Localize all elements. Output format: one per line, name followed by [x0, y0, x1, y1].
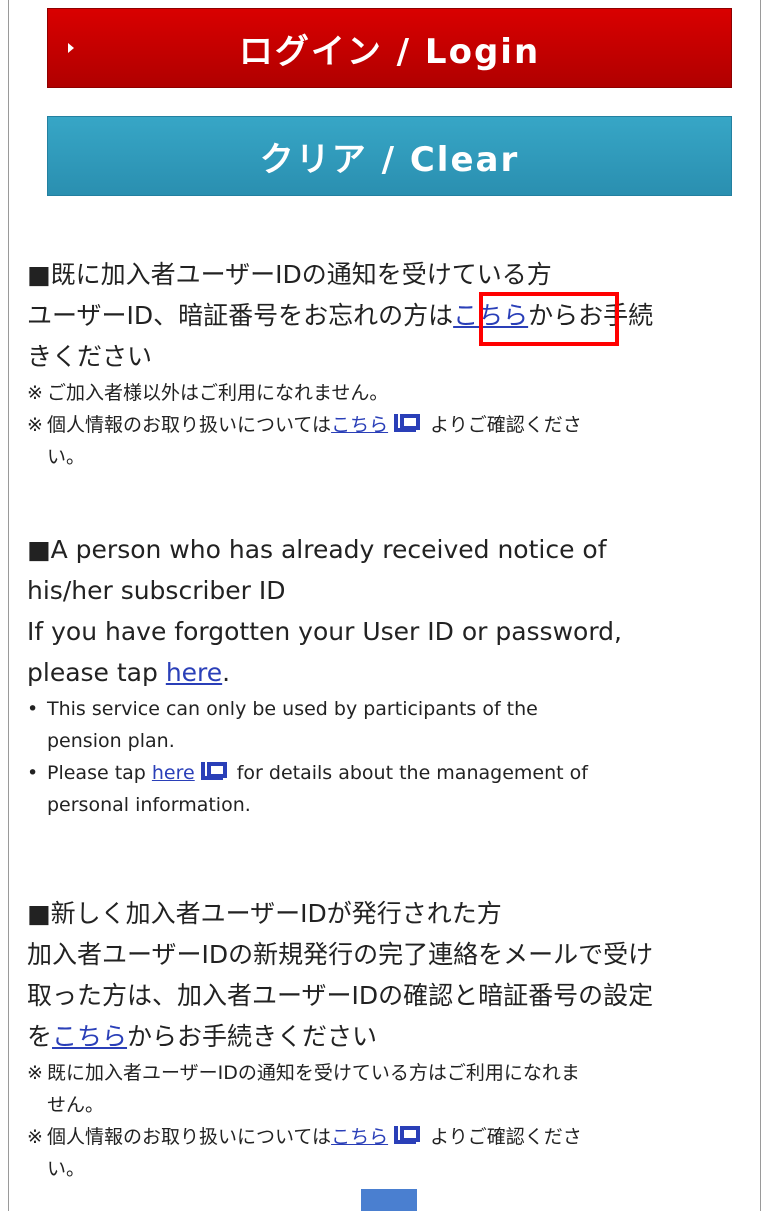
note-mark: ※: [27, 1126, 43, 1148]
note-privacy-cont: い。: [47, 1158, 86, 1180]
note-privacy-cont: い。: [47, 446, 86, 468]
caret-right-icon: [68, 43, 74, 53]
section-heading: ■既に加入者ユーザーIDの通知を受けている方: [27, 260, 552, 289]
login-button-label: ログイン / Login: [238, 31, 541, 72]
section-heading: ■A person who has already received notic…: [27, 535, 607, 564]
note-mark: ※: [27, 1062, 43, 1084]
note-existing-not-allowed-cont: せん。: [47, 1094, 105, 1116]
forgot-credentials-text: If you have forgotten your User ID or pa…: [27, 617, 622, 646]
forgot-credentials-text-cont: きください: [27, 342, 153, 371]
note-privacy: • Please tap here for details about the ma…: [27, 757, 747, 789]
bullet-mark: •: [27, 762, 39, 784]
privacy-link[interactable]: こちら: [331, 1126, 388, 1148]
new-user-text-cont: 取った方は、加入者ユーザーIDの確認と暗証番号の設定: [27, 981, 654, 1010]
login-button[interactable]: ログイン / Login: [47, 8, 732, 88]
section-existing-users-jp: ■既に加入者ユーザーIDの通知を受けている方 ユーザーID、暗証番号をお忘れの方…: [27, 254, 747, 473]
section-existing-users-en: ■A person who has already received notic…: [27, 529, 747, 821]
note-privacy-cont: personal information.: [47, 794, 251, 816]
new-user-link[interactable]: こちら: [52, 1022, 127, 1051]
section-heading-cont: his/her subscriber ID: [27, 576, 286, 605]
section-heading: ■新しく加入者ユーザーIDが発行された方: [27, 899, 502, 928]
new-user-text-cont: をこちらからお手続きください: [27, 1022, 378, 1051]
external-window-icon: [200, 762, 227, 782]
forgot-credentials-text-cont: please tap here.: [27, 658, 231, 687]
bullet-mark: •: [27, 698, 39, 720]
page-top-button[interactable]: [361, 1189, 417, 1211]
section-new-users-jp: ■新しく加入者ユーザーIDが発行された方 加入者ユーザーIDの新規発行の完了連絡…: [27, 893, 747, 1185]
privacy-link[interactable]: こちら: [331, 414, 388, 436]
clear-button[interactable]: クリア / Clear: [47, 116, 732, 196]
privacy-link[interactable]: here: [152, 762, 195, 784]
forgot-credentials-link[interactable]: here: [166, 658, 222, 687]
note-mark: ※: [27, 414, 43, 436]
note-mark: ※: [27, 382, 43, 404]
note-privacy: ※ 個人情報のお取り扱いについてはこちら よりご確認くださ: [27, 1121, 747, 1153]
note-members-only: ※ ご加入者様以外はご利用になれません。: [27, 377, 747, 409]
forgot-credentials-text: ユーザーID、暗証番号をお忘れの方はこちらからお手続: [27, 301, 654, 330]
note-participants-only-cont: pension plan.: [47, 730, 175, 752]
external-window-icon: [394, 414, 421, 434]
new-user-text: 加入者ユーザーIDの新規発行の完了連絡をメールで受け: [27, 940, 654, 969]
note-existing-not-allowed: ※ 既に加入者ユーザーIDの通知を受けている方はご利用になれま: [27, 1057, 747, 1089]
clear-button-label: クリア / Clear: [259, 139, 520, 180]
note-participants-only: • This service can only be used by partic…: [27, 693, 747, 725]
forgot-credentials-link[interactable]: こちら: [453, 301, 528, 330]
note-privacy: ※ 個人情報のお取り扱いについてはこちら よりご確認くださ: [27, 409, 747, 441]
external-window-icon: [394, 1126, 421, 1146]
